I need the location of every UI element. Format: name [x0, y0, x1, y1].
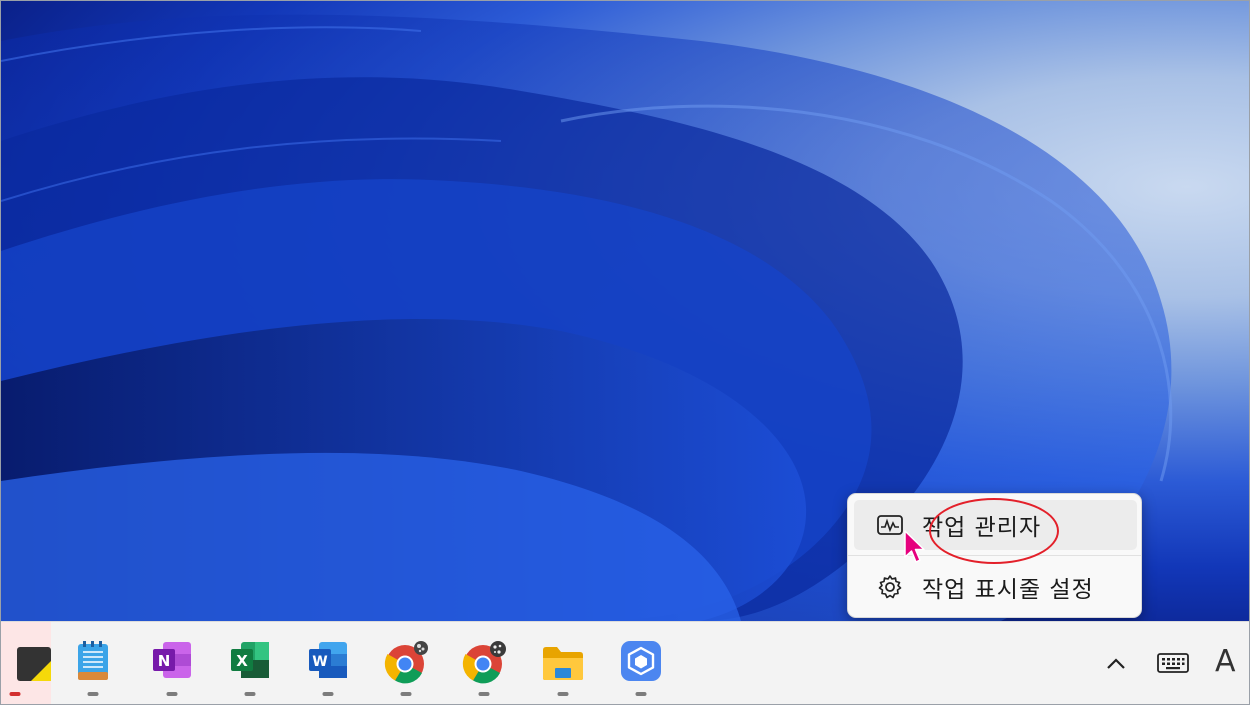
running-indicator: [478, 692, 490, 696]
excel-letter: X: [236, 652, 248, 670]
onenote-letter: N: [158, 652, 171, 670]
desktop-screen: 작업 관리자 작업 표시줄 설정 N X W A: [0, 0, 1250, 705]
notepad-icon: [78, 641, 108, 680]
taskbar-app-word[interactable]: W: [296, 622, 360, 704]
sticky-notes-icon: [17, 647, 51, 681]
taskbar-app-chrome-2[interactable]: [452, 622, 516, 704]
running-indicator: [166, 692, 178, 696]
mouse-cursor-icon: [904, 530, 925, 563]
taskbar: N X W A: [1, 621, 1249, 704]
task-manager-icon: [877, 515, 903, 535]
input-method-indicator[interactable]: A: [1215, 644, 1236, 679]
running-indicator: [87, 692, 99, 696]
running-indicator: [322, 692, 334, 696]
menu-item-taskbar-settings[interactable]: 작업 표시줄 설정: [854, 562, 1137, 612]
running-indicator: [9, 692, 21, 696]
gear-icon: [878, 575, 902, 599]
taskbar-app-excel[interactable]: X: [218, 622, 282, 704]
taskbar-app-sticky-notes[interactable]: [1, 622, 51, 704]
folder-icon: [543, 647, 583, 680]
taskbar-app-notepad[interactable]: [61, 622, 125, 704]
chevron-up-icon[interactable]: [1104, 655, 1128, 671]
taskbar-app-onenote[interactable]: N: [140, 622, 204, 704]
excel-icon: X: [231, 642, 269, 678]
menu-item-task-manager[interactable]: 작업 관리자: [854, 500, 1137, 550]
menu-item-label: 작업 관리자: [922, 515, 1042, 541]
running-indicator: [244, 692, 256, 696]
running-indicator: [400, 692, 412, 696]
word-icon: W: [309, 642, 347, 678]
cube-app-icon: [621, 641, 661, 681]
taskbar-app-chrome-1[interactable]: [374, 622, 438, 704]
chrome-icon: [384, 641, 428, 684]
menu-separator: [848, 555, 1141, 556]
menu-item-label: 작업 표시줄 설정: [922, 577, 1094, 603]
keyboard-icon[interactable]: [1157, 653, 1189, 673]
onenote-icon: N: [153, 642, 191, 678]
running-indicator: [635, 692, 647, 696]
chrome-icon: [462, 641, 506, 684]
taskbar-app-file-explorer[interactable]: [531, 622, 595, 704]
taskbar-context-menu: 작업 관리자 작업 표시줄 설정: [847, 493, 1142, 618]
taskbar-app-cube[interactable]: [609, 622, 673, 704]
running-indicator: [557, 692, 569, 696]
word-letter: W: [312, 654, 327, 670]
